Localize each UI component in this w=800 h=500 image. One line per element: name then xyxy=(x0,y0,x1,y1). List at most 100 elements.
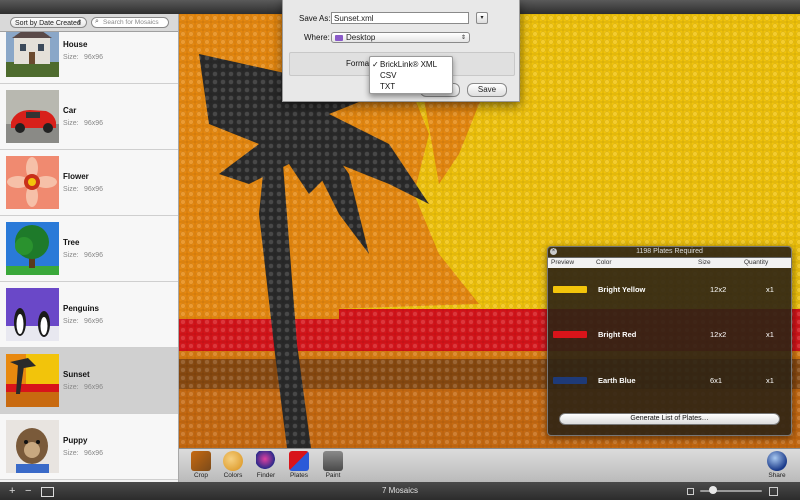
plates-tool-button[interactable]: Plates xyxy=(284,451,314,479)
plate-size: 12x2 xyxy=(710,330,727,339)
mosaic-size: 96x96 xyxy=(84,54,104,61)
plate-quantity: x1 xyxy=(766,285,774,294)
paint-tool-button[interactable]: Paint xyxy=(318,451,348,479)
plate-row[interactable]: Earth Blue 6x1 x1 xyxy=(548,360,791,404)
mosaic-sidebar: Sort by Date Created ⇕ ⌕ Search for Mosa… xyxy=(0,14,179,482)
crop-icon xyxy=(191,451,211,471)
size-label: Size: xyxy=(63,252,79,259)
size-label: Size: xyxy=(63,318,79,325)
desktop-folder-icon xyxy=(335,35,343,41)
where-label: Where: xyxy=(304,33,330,42)
column-preview[interactable]: Preview xyxy=(551,259,574,266)
where-value: Desktop xyxy=(346,33,376,42)
list-item-tree[interactable]: Tree Size: 96x96 xyxy=(0,216,178,282)
format-option-txt[interactable]: TXT xyxy=(380,82,395,91)
format-option-bricklink[interactable]: BrickLink® XML xyxy=(380,60,437,69)
tree-thumbnail xyxy=(6,222,59,275)
column-size[interactable]: Size xyxy=(698,259,711,266)
sort-dropdown[interactable]: Sort by Date Created ⇕ xyxy=(10,17,87,28)
size-label: Size: xyxy=(63,186,79,193)
size-label: Size: xyxy=(63,54,79,61)
house-thumbnail xyxy=(6,32,59,77)
share-button[interactable]: Share xyxy=(762,451,792,479)
plate-size: 12x2 xyxy=(710,285,727,294)
mosaic-size: 96x96 xyxy=(84,384,104,391)
checkmark-icon: ✓ xyxy=(372,60,379,69)
plate-quantity: x1 xyxy=(766,376,774,385)
share-label: Share xyxy=(768,472,786,479)
list-item-house[interactable]: House Size: 96x96 xyxy=(0,32,178,84)
mosaic-size: 96x96 xyxy=(84,186,104,193)
car-thumbnail xyxy=(6,90,59,143)
search-placeholder: Search for Mosaics xyxy=(103,19,159,26)
size-label: Size: xyxy=(63,120,79,127)
size-label: Size: xyxy=(63,384,79,391)
zoom-in-icon[interactable] xyxy=(769,487,778,496)
plate-swatch xyxy=(553,286,587,293)
plate-swatch xyxy=(553,331,587,338)
close-icon[interactable]: × xyxy=(550,248,557,255)
colors-tool-button[interactable]: Colors xyxy=(218,451,248,479)
mosaic-name: Puppy xyxy=(63,436,88,445)
filename-input[interactable]: Sunset.xml xyxy=(331,12,469,24)
plate-color: Bright Red xyxy=(598,330,637,339)
save-as-label: Save As: xyxy=(299,14,331,23)
magnifier-icon xyxy=(256,451,276,471)
plates-table-header: Preview Color Size Quantity xyxy=(548,258,791,268)
tool-label: Colors xyxy=(223,472,243,479)
penguins-thumbnail xyxy=(6,288,59,341)
save-button[interactable]: Save xyxy=(467,83,507,97)
column-color[interactable]: Color xyxy=(596,259,612,266)
sort-label: Sort by Date Created xyxy=(15,20,81,27)
column-quantity[interactable]: Quantity xyxy=(744,259,768,266)
tool-label: Crop xyxy=(193,472,209,479)
format-option-csv[interactable]: CSV xyxy=(380,71,396,80)
mosaic-size: 96x96 xyxy=(84,252,104,259)
plate-swatch xyxy=(553,377,587,384)
globe-icon xyxy=(767,451,787,471)
mosaic-name: Car xyxy=(63,106,77,115)
list-item-penguins[interactable]: Penguins Size: 96x96 xyxy=(0,282,178,348)
paint-bucket-icon xyxy=(323,451,343,471)
list-item-car[interactable]: Car Size: 96x96 xyxy=(0,84,178,150)
sunset-thumbnail xyxy=(6,354,59,407)
mosaic-name: Flower xyxy=(63,172,89,181)
mosaic-name: Penguins xyxy=(63,304,100,313)
tool-label: Finder xyxy=(256,472,276,479)
mosaic-size: 96x96 xyxy=(84,120,104,127)
crop-tool-button[interactable]: Crop xyxy=(186,451,216,479)
palette-icon xyxy=(223,451,243,471)
finder-tool-button[interactable]: Finder xyxy=(251,451,281,479)
zoom-slider-knob[interactable] xyxy=(709,486,717,494)
mosaic-size: 96x96 xyxy=(84,318,104,325)
list-item-puppy[interactable]: Puppy Size: 96x96 xyxy=(0,414,178,480)
plate-quantity: x1 xyxy=(766,330,774,339)
updown-chevron-icon: ⇕ xyxy=(460,35,466,41)
plate-color: Bright Yellow xyxy=(598,285,646,294)
plates-count: 1198 Plates Required xyxy=(636,248,703,255)
flower-thumbnail xyxy=(6,156,59,209)
search-input[interactable]: ⌕ Search for Mosaics xyxy=(91,17,169,28)
plates-panel-title: × 1198 Plates Required xyxy=(548,247,791,258)
mosaic-name: Tree xyxy=(63,238,80,247)
tool-label: Plates xyxy=(289,472,309,479)
mosaic-list: House Size: 96x96 Car Size: 96x96 Flower… xyxy=(0,32,178,482)
plate-size: 6x1 xyxy=(710,376,723,385)
search-icon: ⌕ xyxy=(95,18,99,25)
plates-panel: × 1198 Plates Required Preview Color Siz… xyxy=(547,246,792,436)
list-item-sunset[interactable]: Sunset Size: 96x96 xyxy=(0,348,178,414)
list-item-flower[interactable]: Flower Size: 96x96 xyxy=(0,150,178,216)
where-dropdown[interactable]: Desktop ⇕ xyxy=(331,32,470,43)
plate-row[interactable]: Bright Yellow 12x2 x1 xyxy=(548,269,791,313)
mosaic-count: 7 Mosaics xyxy=(381,486,418,495)
updown-chevron-icon: ⇕ xyxy=(76,20,82,26)
plate-row[interactable]: Bright Red 12x2 x1 xyxy=(548,314,791,358)
expand-dialog-button[interactable]: ▾ xyxy=(476,12,488,24)
zoom-out-icon[interactable] xyxy=(687,488,694,495)
mosaic-name: House xyxy=(63,40,88,49)
tool-label: Paint xyxy=(325,472,341,479)
puppy-thumbnail xyxy=(6,420,59,473)
generate-list-button[interactable]: Generate List of Plates… xyxy=(559,413,780,425)
mosaic-name: Sunset xyxy=(63,370,90,379)
plates-icon xyxy=(289,451,309,471)
